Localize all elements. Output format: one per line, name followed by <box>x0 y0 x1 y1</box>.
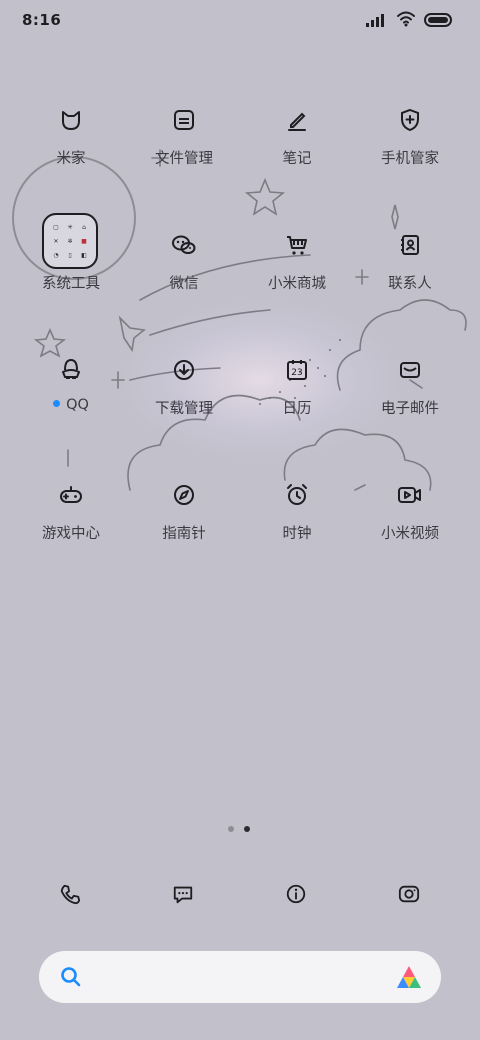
cart-icon <box>277 225 317 265</box>
compass-icon <box>164 475 204 515</box>
mijia-icon <box>51 100 91 140</box>
mini-app-icon: ■ <box>81 237 87 245</box>
app-label: 手机管家 <box>381 151 439 167</box>
status-bar: 8:16 <box>0 0 480 40</box>
wechat-icon <box>164 225 204 265</box>
search-bar[interactable] <box>39 951 441 1003</box>
new-badge-dot <box>53 399 61 407</box>
calendar-day: 23 <box>291 368 302 378</box>
dock-browser[interactable] <box>276 876 316 916</box>
app-compass[interactable]: 指南针 <box>129 475 239 565</box>
mini-app-icon: ◔ <box>53 251 59 259</box>
app-email[interactable]: 电子邮件 <box>355 350 465 440</box>
status-time: 8:16 <box>22 11 62 29</box>
status-icons <box>366 11 452 31</box>
app-label: 联系人 <box>388 276 432 292</box>
app-notes[interactable]: 笔记 <box>242 100 352 190</box>
dock-camera[interactable] <box>389 876 429 916</box>
app-label: 时钟 <box>282 526 312 542</box>
app-label: 米家 <box>56 151 86 167</box>
app-mi-video[interactable]: 小米视频 <box>355 475 465 565</box>
contacts-icon <box>390 225 430 265</box>
app-mijia[interactable]: 米家 <box>16 100 126 190</box>
app-downloads[interactable]: 下载管理 <box>129 350 239 440</box>
app-label: 小米视频 <box>381 526 439 542</box>
pen-icon <box>277 100 317 140</box>
app-label: 系统工具 <box>42 276 100 292</box>
signal-icon <box>366 12 388 31</box>
mail-icon <box>390 350 430 390</box>
phone-icon <box>59 883 81 909</box>
app-label: 下载管理 <box>155 401 213 417</box>
app-game-center[interactable]: 游戏中心 <box>16 475 126 565</box>
app-contacts[interactable]: 联系人 <box>355 225 465 315</box>
folder-icon[interactable]: ▢ ✳ ⌂ ✕ ✲ ■ ◔ ▯ ◧ <box>42 213 98 269</box>
app-label: 游戏中心 <box>42 526 100 542</box>
penguin-icon <box>51 350 91 390</box>
app-label: 微信 <box>169 276 199 292</box>
mini-app-icon: ✕ <box>53 237 59 245</box>
battery-icon <box>424 12 452 31</box>
dock-messages[interactable] <box>163 876 203 916</box>
ai-assistant-icon[interactable] <box>395 964 423 994</box>
folder-doc-icon <box>164 100 204 140</box>
app-label: QQ <box>16 397 126 413</box>
app-label: 笔记 <box>282 151 312 167</box>
app-wechat[interactable]: 微信 <box>129 225 239 315</box>
gamepad-icon <box>51 475 91 515</box>
app-mi-store[interactable]: 小米商城 <box>242 225 352 315</box>
calendar-icon: 23 <box>277 350 317 390</box>
app-label: 小米商城 <box>268 276 326 292</box>
app-label: 指南针 <box>162 526 206 542</box>
app-calendar[interactable]: 23 日历 <box>242 350 352 440</box>
wifi-icon <box>396 11 416 31</box>
page-indicator[interactable] <box>228 826 250 832</box>
mini-app-icon: ▯ <box>68 251 72 259</box>
info-icon <box>285 883 307 909</box>
app-label: 电子邮件 <box>381 401 439 417</box>
page-dot-active[interactable] <box>244 826 250 832</box>
camera-icon <box>398 883 420 909</box>
app-label: 文件管理 <box>155 151 213 167</box>
dock-phone[interactable] <box>50 876 90 916</box>
alarm-clock-icon <box>277 475 317 515</box>
page-dot[interactable] <box>228 826 234 832</box>
mini-app-icon: ⌂ <box>82 223 86 231</box>
mini-app-icon: ✲ <box>67 237 73 245</box>
search-icon[interactable] <box>59 965 83 993</box>
download-icon <box>164 350 204 390</box>
mini-app-icon: ✳ <box>67 223 73 231</box>
app-label: 日历 <box>282 401 312 417</box>
app-clock[interactable]: 时钟 <box>242 475 352 565</box>
mini-app-icon: ▢ <box>53 223 59 231</box>
message-icon <box>172 883 194 909</box>
video-icon <box>390 475 430 515</box>
app-security[interactable]: 手机管家 <box>355 100 465 190</box>
mini-app-icon: ◧ <box>81 251 87 259</box>
app-qq[interactable]: QQ <box>16 350 126 440</box>
app-file-manager[interactable]: 文件管理 <box>129 100 239 190</box>
shield-icon <box>390 100 430 140</box>
